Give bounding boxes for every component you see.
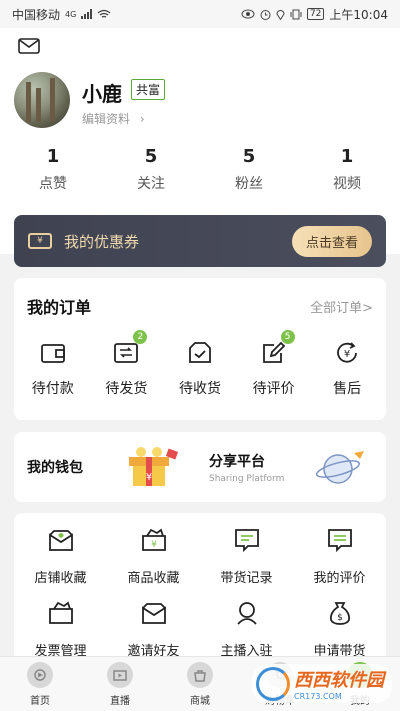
tool-invite-friends[interactable]: 邀请好友 [107, 600, 200, 659]
stat-label: 粉丝 [235, 176, 263, 192]
invite-friend-icon [141, 603, 166, 624]
svg-text:¥: ¥ [146, 472, 152, 483]
clock: 上午10:04 [329, 7, 388, 22]
mail-icon[interactable] [18, 38, 40, 54]
eye-icon [241, 9, 255, 19]
tool-shop-favorites[interactable]: 店铺收藏 [14, 527, 107, 586]
sales-record-icon [234, 529, 259, 553]
tool-label: 带货记录 [220, 571, 273, 586]
order-pending-shipment[interactable]: 2 待发货 [91, 330, 161, 398]
chevron-right-icon: › [139, 112, 145, 126]
tool-label: 我的评价 [313, 571, 366, 586]
svg-text:¥: ¥ [344, 349, 350, 360]
member-badge: 共富 [131, 79, 166, 100]
order-pending-review[interactable]: 5 待评价 [239, 330, 309, 398]
coupon-banner[interactable]: ¥ 我的优惠券 点击查看 [14, 215, 386, 267]
stat-label: 点赞 [39, 176, 67, 192]
receive-box-icon [189, 342, 211, 363]
stat-label: 关注 [137, 176, 165, 192]
order-pending-receipt[interactable]: 待收货 [165, 340, 235, 398]
stats-row: 1 点赞 5 关注 5 粉丝 1 视频 [0, 146, 400, 193]
home-icon [27, 661, 53, 688]
avatar[interactable] [14, 72, 70, 128]
username: 小鹿 [82, 82, 122, 106]
tool-invoice[interactable]: 发票管理 [14, 600, 107, 659]
status-bar: 中国移动 4G 72 上午10:04 [0, 0, 400, 28]
wifi-icon [97, 9, 111, 18]
refund-icon: ¥ [337, 342, 358, 363]
svg-text:¥: ¥ [151, 540, 157, 550]
carrier-label: 中国移动 [12, 7, 61, 22]
tab-mall[interactable]: 商城 [165, 661, 235, 707]
share-title: 分享平台 [209, 453, 265, 470]
shipping-box-icon [114, 343, 139, 363]
order-label: 售后 [333, 381, 362, 397]
all-orders-link[interactable]: 全部订单> [310, 297, 373, 316]
order-label: 待收货 [178, 381, 221, 397]
watermark-icon [256, 666, 290, 701]
order-pending-payment[interactable]: 待付款 [18, 340, 88, 398]
coupon-label: 我的优惠券 [64, 232, 140, 251]
planet-icon[interactable] [314, 447, 366, 487]
coupon-view-button[interactable]: 点击查看 [291, 225, 372, 257]
watermark-text: 西西软件园 [294, 670, 384, 691]
stat-fans[interactable]: 5 粉丝 [214, 146, 284, 193]
watermark-subtext: CR173.COM [294, 692, 342, 701]
live-icon [107, 661, 133, 688]
coupon-icon: ¥ [28, 233, 52, 249]
wallet-icon [40, 344, 65, 363]
order-after-sales[interactable]: ¥ 售后 [312, 340, 382, 398]
stat-videos[interactable]: 1 视频 [312, 146, 382, 193]
network-label: 4G [65, 9, 77, 19]
alarm-icon [260, 9, 271, 20]
signal-icon [81, 9, 93, 19]
orders-card: 我的订单 全部订单> 待付款 2 待发货 待收货 5 待评价 ¥ 售后 [14, 278, 386, 420]
tool-label: 商品收藏 [127, 571, 180, 586]
watermark-logo: 西西软件园 CR173.COM [252, 664, 392, 703]
stat-following[interactable]: 5 关注 [116, 146, 186, 193]
wallet-title[interactable]: 我的钱包 [27, 457, 119, 477]
tools-card: 店铺收藏 ¥ 商品收藏 带货记录 我的评价 发票管理 邀请好友 主播入驻 $ 申… [14, 513, 386, 673]
mall-icon [187, 661, 213, 688]
edit-review-icon [262, 341, 285, 363]
svg-text:$: $ [337, 613, 343, 623]
tool-anchor-join[interactable]: 主播入驻 [200, 600, 293, 659]
share-subtitle: Sharing Platform [209, 473, 285, 484]
gift-icon[interactable]: ¥ [119, 444, 181, 490]
stat-value: 5 [144, 146, 158, 167]
edit-profile-label: 编辑资料 [82, 112, 131, 126]
tab-home[interactable]: 首页 [5, 661, 75, 707]
order-label: 待评价 [252, 381, 295, 397]
share-platform[interactable]: 分享平台 Sharing Platform [209, 451, 284, 484]
order-label: 待发货 [105, 381, 148, 397]
goods-favorite-icon: ¥ [141, 528, 166, 551]
tool-apply-sales[interactable]: $ 申请带货 [293, 600, 386, 659]
stat-value: 5 [242, 146, 256, 167]
tool-goods-favorites[interactable]: ¥ 商品收藏 [107, 527, 200, 586]
stat-value: 1 [340, 146, 354, 167]
invoice-icon [48, 601, 73, 624]
my-review-icon [327, 529, 352, 553]
tool-sales-record[interactable]: 带货记录 [200, 527, 293, 586]
profile-header: 小鹿 共富 编辑资料 › 1 点赞 5 关注 5 粉丝 1 视频 ¥ 我的优惠券… [0, 28, 400, 267]
vibrate-icon [290, 9, 302, 19]
wallet-card: 我的钱包 ¥ 分享平台 Sharing Platform [14, 432, 386, 502]
anchor-join-icon [236, 602, 257, 625]
stat-value: 1 [46, 146, 60, 167]
tool-my-reviews[interactable]: 我的评价 [293, 527, 386, 586]
tab-label: 直播 [110, 695, 130, 707]
tab-live[interactable]: 直播 [85, 661, 155, 707]
stat-likes[interactable]: 1 点赞 [18, 146, 88, 193]
tab-label: 首页 [30, 695, 50, 707]
apply-sales-icon: $ [329, 602, 350, 625]
tab-label: 商城 [190, 695, 210, 707]
order-label: 待付款 [31, 381, 74, 397]
location-icon [276, 9, 285, 20]
orders-title: 我的订单 [27, 298, 92, 317]
tool-label: 店铺收藏 [34, 571, 87, 586]
battery-icon: 72 [306, 8, 325, 20]
stat-label: 视频 [333, 176, 361, 192]
edit-profile-link[interactable]: 编辑资料 › [82, 110, 145, 127]
shop-favorite-icon [48, 530, 73, 551]
